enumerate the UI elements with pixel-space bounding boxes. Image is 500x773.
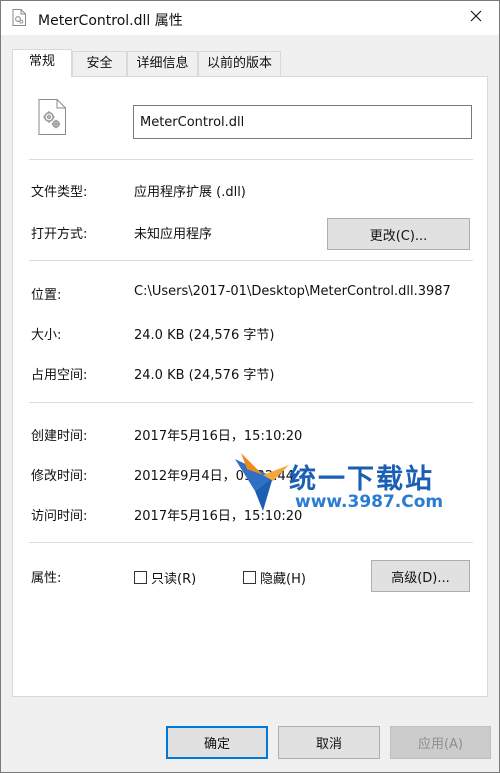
separator bbox=[29, 159, 473, 160]
location-label: 位置: bbox=[31, 288, 62, 303]
size-on-disk-label: 占用空间: bbox=[31, 368, 88, 383]
checkbox-box[interactable] bbox=[243, 571, 256, 584]
accessed-value: 2017年5月16日，15:10:20 bbox=[134, 509, 303, 524]
accessed-label: 访问时间: bbox=[31, 509, 88, 524]
tab-details[interactable]: 详细信息 bbox=[127, 51, 198, 76]
advanced-button[interactable]: 高级(D)... bbox=[371, 560, 470, 592]
size-value: 24.0 KB (24,576 字节) bbox=[134, 328, 275, 343]
dll-file-icon bbox=[38, 99, 66, 135]
file-name-input[interactable] bbox=[133, 105, 472, 139]
separator bbox=[29, 402, 473, 403]
tab-label: 常规 bbox=[28, 54, 55, 69]
general-panel: 文件类型: 应用程序扩展 (.dll) 打开方式: 未知应用程序 更改(C)..… bbox=[12, 76, 488, 697]
tab-general[interactable]: 常规 bbox=[12, 49, 72, 77]
file-icon bbox=[12, 9, 26, 26]
readonly-checkbox[interactable]: 只读(R) bbox=[134, 568, 196, 587]
location-value: C:\Users\2017-01\Desktop\MeterControl.dl… bbox=[134, 284, 451, 299]
properties-dialog: MeterControl.dll 属性 常规 安全 详细信息 以前的版本 Met… bbox=[0, 0, 500, 773]
tab-previous-versions[interactable]: 以前的版本 bbox=[198, 51, 281, 76]
tab-label: 详细信息 bbox=[136, 56, 189, 71]
size-on-disk-value: 24.0 KB (24,576 字节) bbox=[134, 368, 275, 383]
tab-security[interactable]: 安全 bbox=[72, 51, 127, 76]
size-label: 大小: bbox=[31, 328, 62, 343]
file-type-label: 文件类型: bbox=[31, 185, 88, 200]
hidden-checkbox[interactable]: 隐藏(H) bbox=[243, 568, 306, 587]
file-type-value: 应用程序扩展 (.dll) bbox=[134, 185, 246, 200]
title-bar[interactable]: MeterControl.dll 属性 bbox=[1, 1, 499, 35]
close-button[interactable] bbox=[453, 1, 499, 35]
opens-with-label: 打开方式: bbox=[31, 227, 88, 242]
separator bbox=[29, 260, 473, 261]
created-value: 2017年5月16日，15:10:20 bbox=[134, 429, 303, 444]
attributes-label: 属性: bbox=[31, 571, 62, 586]
close-icon bbox=[470, 10, 482, 26]
tab-label: 以前的版本 bbox=[206, 56, 272, 71]
apply-button[interactable]: 应用(A) bbox=[390, 726, 491, 759]
modified-value: 2012年9月4日，09:32:44 bbox=[134, 469, 295, 484]
readonly-label: 只读(R) bbox=[151, 572, 197, 587]
change-button[interactable]: 更改(C)... bbox=[327, 218, 470, 250]
tab-label: 安全 bbox=[86, 56, 113, 71]
checkbox-box[interactable] bbox=[134, 571, 147, 584]
cancel-button[interactable]: 取消 bbox=[278, 726, 380, 759]
separator bbox=[29, 542, 473, 543]
ok-button[interactable]: 确定 bbox=[166, 726, 268, 759]
opens-with-value: 未知应用程序 bbox=[134, 227, 213, 242]
modified-label: 修改时间: bbox=[31, 469, 88, 484]
window-title: MeterControl.dll 属性 bbox=[38, 13, 183, 29]
hidden-label: 隐藏(H) bbox=[260, 572, 306, 587]
created-label: 创建时间: bbox=[31, 429, 88, 444]
